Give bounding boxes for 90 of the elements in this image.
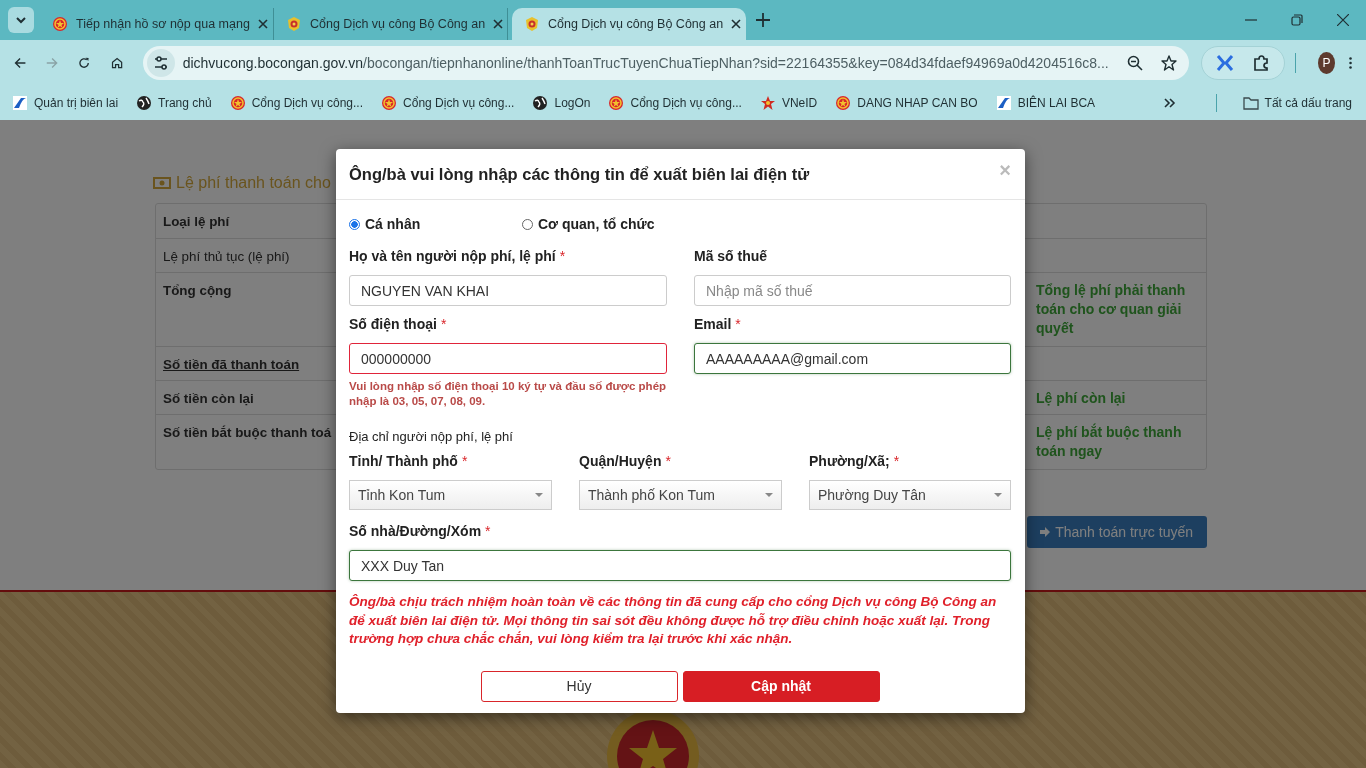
field-label: Tỉnh/ Thành phố <box>349 453 458 471</box>
badge-icon <box>524 16 540 32</box>
tab-title: Cổng Dịch vụ công Bộ Công an <box>310 17 486 31</box>
input-field[interactable]: AAAAAAAAA@gmail.com <box>694 343 1011 374</box>
cancel-button[interactable]: Hủy <box>480 670 678 702</box>
chevrons-icon[interactable] <box>1163 97 1176 108</box>
close-icon[interactable] <box>493 19 504 29</box>
menu-icon[interactable] <box>1349 54 1353 71</box>
required-mark: * <box>485 523 491 541</box>
field-label: Phường/Xã; <box>809 453 890 471</box>
bookmark-item[interactable]: BIÊN LAI BCA <box>995 94 1096 111</box>
table-cell: Số tiền còn lại <box>163 391 254 406</box>
arrow-icon <box>1039 526 1052 538</box>
zoom-icon[interactable] <box>1126 54 1143 71</box>
bookmark-item[interactable]: VNeID <box>759 94 818 111</box>
required-mark: * <box>893 453 900 471</box>
bookmark-item[interactable]: Quản trị biên lai <box>12 94 119 111</box>
globe-icon <box>136 94 153 111</box>
star-icon[interactable] <box>1160 54 1177 71</box>
emblem-icon <box>608 94 625 111</box>
caret-icon <box>535 493 543 497</box>
input-field[interactable]: NGUYEN VAN KHAI <box>349 275 667 306</box>
select-field[interactable]: Thành phố Kon Tum <box>579 480 782 510</box>
emblem-icon <box>835 94 852 111</box>
section-title: Lệ phí thanh toán cho <box>176 174 331 192</box>
radio-label[interactable]: Cơ quan, tổ chức <box>538 216 655 232</box>
field-label: Quận/Huyện <box>579 453 662 471</box>
puzzle-icon[interactable] <box>1251 53 1270 72</box>
select-field[interactable]: Phường Duy Tân <box>809 480 1011 510</box>
bookmark-item[interactable]: DANG NHAP CAN BO <box>835 94 978 111</box>
logo-icon <box>995 94 1012 111</box>
radio-button[interactable] <box>349 218 360 230</box>
table-cell: Số tiền bắt buộc thanh toá <box>163 425 332 440</box>
radio-label[interactable]: Cá nhân <box>365 216 421 232</box>
emblem-icon <box>381 94 398 111</box>
section-label: Địa chỉ người nộp phí, lệ phí <box>349 429 514 444</box>
tab-search-icon[interactable] <box>8 7 34 33</box>
table-cell: Loại lệ phí <box>163 214 230 229</box>
bookmark-folder[interactable]: Tất cả dấu trang <box>1242 95 1352 110</box>
error-message: Vui lòng nhập số điện thoại 10 ký tự và đầu số được phép nhập là 03, 05, 07, 08, 09. <box>349 379 667 409</box>
caret-icon <box>994 493 1002 497</box>
required-mark: * <box>735 316 741 334</box>
emblem-icon <box>52 16 68 32</box>
close-icon[interactable] <box>731 19 742 29</box>
extension-icon[interactable] <box>1215 53 1234 72</box>
tab-title: Cổng Dịch vụ công Bộ Công an <box>548 17 724 31</box>
browser-tab[interactable]: Cổng Dịch vụ công Bộ Công an <box>512 8 746 40</box>
table-cell-text: Lệ phí bắt buộc thanh toán ngay <box>1036 423 1183 461</box>
bookmark-item[interactable]: LogOn <box>532 94 591 111</box>
star-icon <box>759 94 776 111</box>
profile-avatar[interactable]: P <box>1318 51 1335 74</box>
field-label: Email <box>694 316 732 334</box>
update-button[interactable]: Cập nhật <box>682 670 880 702</box>
restore-icon[interactable] <box>1291 14 1303 26</box>
field-label: Họ và tên người nộp phí, lệ phí <box>349 248 556 266</box>
table-cell-text: Lệ phí còn lại <box>1036 389 1127 408</box>
table-link[interactable]: Số tiền đã thanh toán <box>163 357 300 372</box>
required-mark: * <box>665 453 671 471</box>
bookmark-item[interactable]: Cổng Dịch vụ công... <box>381 94 515 111</box>
emblem-icon <box>229 94 246 111</box>
folder-icon <box>1242 95 1259 110</box>
field-label: Số nhà/Đường/Xóm <box>349 523 482 541</box>
bookmark-item[interactable]: Cổng Dịch vụ công... <box>608 94 742 111</box>
close-icon[interactable] <box>1337 14 1349 26</box>
input-field[interactable]: 000000000 <box>349 343 667 374</box>
table-cell: Lệ phí thủ tục (lệ phí) <box>163 249 290 264</box>
table-cell-text: Tổng lệ phí phải thanh toán cho cơ quan giải quyết <box>1036 281 1187 338</box>
warning-text: Ông/bà chịu trách nhiệm hoàn toàn về các thông tin đã cung cấp cho cổng Dịch vụ công Bộ Công an để xuất biên lai điện tử. Mọi thông tin sai sót đều không được hỗ trợ điều chỉnh hoặc xuất lại. Trong trường hợp chưa chắc chắn, vui lòng kiểm tra lại trước khi xác nhận. <box>349 593 998 648</box>
field-label: Mã số thuế <box>694 248 768 266</box>
input-field[interactable]: Nhập mã số thuế <box>694 275 1011 306</box>
logo-icon <box>12 94 28 111</box>
radio-button[interactable] <box>522 218 533 230</box>
plus-icon[interactable] <box>756 13 770 27</box>
caret-icon <box>765 493 773 497</box>
site-settings-icon[interactable] <box>146 48 175 77</box>
globe-icon <box>532 94 549 111</box>
select-field[interactable]: Tỉnh Kon Tum <box>349 480 552 510</box>
required-mark: * <box>461 453 468 471</box>
banknote-icon <box>153 177 171 189</box>
tab-title: Tiếp nhận hồ sơ nộp qua mạng <box>76 17 250 31</box>
dialog-title: Ông/bà vui lòng nhập các thông tin để xuất biên lai điện tử <box>349 164 810 184</box>
field-label: Số điện thoại <box>349 316 437 334</box>
bookmark-item[interactable]: Cổng Dịch vụ công... <box>229 94 364 111</box>
required-mark: * <box>440 316 447 334</box>
input-field[interactable]: XXX Duy Tan <box>349 550 1011 581</box>
badge-icon <box>286 16 302 32</box>
close-icon[interactable] <box>257 19 268 29</box>
bookmark-item[interactable]: Trang chủ <box>136 94 212 111</box>
required-mark: * <box>559 248 566 266</box>
table-cell: Tổng cộng <box>163 283 232 298</box>
